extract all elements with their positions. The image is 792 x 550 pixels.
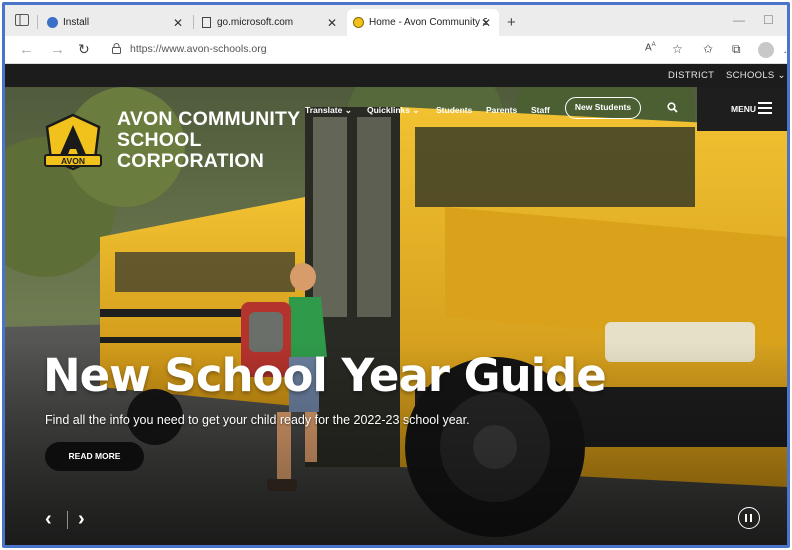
minimize-icon[interactable]: —: [733, 13, 745, 27]
hero-subline: Find all the info you need to get your c…: [45, 413, 470, 427]
pause-icon[interactable]: [738, 507, 760, 529]
page-icon: [202, 17, 211, 28]
next-slide-icon[interactable]: ›: [78, 508, 85, 531]
tab-home-avon[interactable]: Home - Avon Community Schoo ✕: [347, 9, 499, 36]
globe-icon: [47, 17, 58, 28]
close-tab-icon[interactable]: ✕: [173, 16, 183, 30]
menu-button[interactable]: MENU: [697, 87, 787, 131]
website: DISTRICT SCHOOLS ⌄ AVON AVON COMMUNITY S…: [5, 64, 787, 545]
prev-slide-icon[interactable]: ‹: [45, 508, 52, 531]
maximize-icon[interactable]: ☐: [763, 13, 774, 27]
district-link[interactable]: DISTRICT: [668, 70, 714, 81]
slide-divider: [67, 511, 68, 529]
avon-favicon-icon: [353, 17, 364, 28]
back-icon[interactable]: ←: [19, 41, 34, 58]
profile-icon[interactable]: [758, 42, 774, 58]
nav-quicklinks[interactable]: Quicklinks ⌄: [367, 105, 420, 116]
nav-translate[interactable]: Translate ⌄: [305, 105, 352, 116]
refresh-icon[interactable]: ↻: [78, 41, 90, 58]
nav-staff[interactable]: Staff: [531, 105, 550, 115]
tab-actions-icon[interactable]: [15, 14, 29, 26]
address-bar: ← → ↻ https://www.avon-schools.org AA ☆ …: [5, 36, 787, 64]
nav-students[interactable]: Students: [436, 105, 472, 115]
forward-icon[interactable]: →: [50, 41, 65, 58]
hamburger-icon: [758, 102, 772, 114]
new-tab-button[interactable]: +: [501, 9, 525, 36]
chevron-down-icon: ⌄: [412, 105, 420, 115]
browser-window: Install ✕ go.microsoft.com ✕ Home - Avon…: [2, 2, 790, 548]
read-more-button[interactable]: READ MORE: [45, 442, 144, 471]
tab-install[interactable]: Install ✕: [41, 9, 191, 36]
url-field[interactable]: https://www.avon-schools.org: [130, 43, 267, 55]
favorite-icon[interactable]: ☆: [672, 42, 683, 56]
chevron-down-icon: ⌄: [344, 105, 352, 115]
chevron-down-icon: ⌄: [777, 70, 786, 81]
utility-bar: DISTRICT SCHOOLS ⌄: [5, 64, 787, 87]
new-students-button[interactable]: New Students: [565, 97, 641, 119]
favorites-icon[interactable]: ✩: [703, 42, 713, 56]
hero-headline: New School Year Guide: [43, 349, 607, 402]
hero-banner: AVON AVON COMMUNITY SCHOOL CORPORATION T…: [5, 87, 787, 545]
close-tab-icon[interactable]: ✕: [481, 16, 491, 30]
read-aloud-icon[interactable]: AA: [645, 42, 656, 53]
svg-text:AVON: AVON: [61, 156, 85, 166]
tab-bar: Install ✕ go.microsoft.com ✕ Home - Avon…: [5, 5, 787, 36]
collections-icon[interactable]: ⧉: [732, 42, 741, 57]
school-name[interactable]: AVON COMMUNITY SCHOOL CORPORATION: [117, 109, 300, 172]
tab-go-microsoft[interactable]: go.microsoft.com ✕: [195, 9, 345, 36]
lock-icon[interactable]: [112, 43, 121, 54]
avon-logo-icon[interactable]: AVON: [41, 113, 105, 177]
search-icon[interactable]: [667, 102, 678, 113]
nav-parents[interactable]: Parents: [486, 105, 517, 115]
more-icon[interactable]: …: [783, 42, 787, 56]
close-tab-icon[interactable]: ✕: [327, 16, 337, 30]
schools-link[interactable]: SCHOOLS ⌄: [726, 70, 786, 81]
